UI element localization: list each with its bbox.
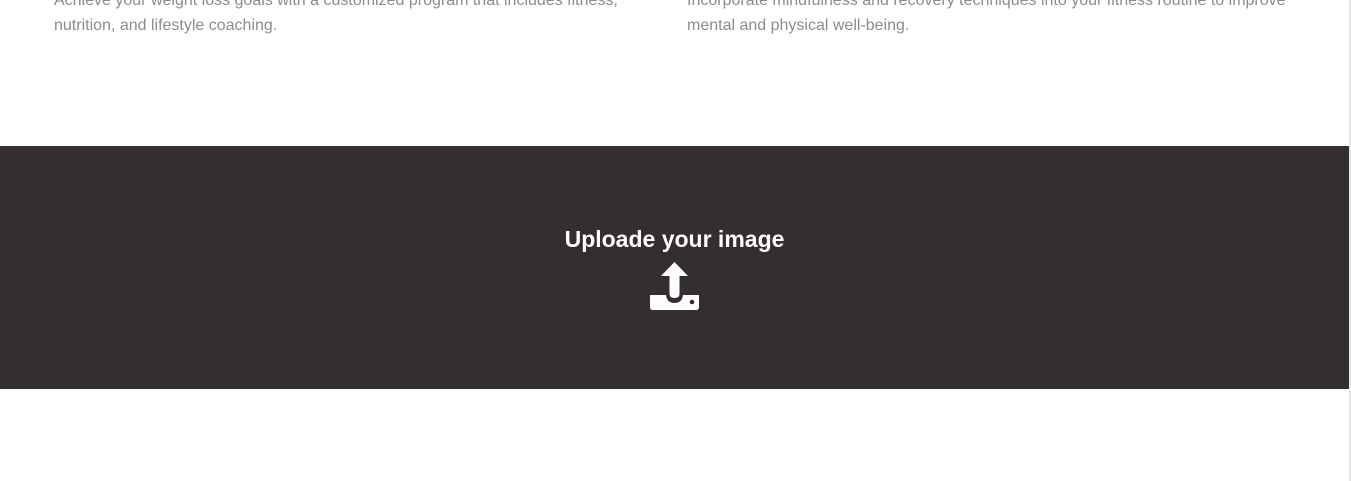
bottom-section xyxy=(0,389,1349,481)
upload-title: Uploade your image xyxy=(564,226,785,252)
features-section: Achieve your weight loss goals with a cu… xyxy=(0,0,1349,146)
upload-section: Uploade your image xyxy=(0,146,1349,389)
feature-description-mindfulness: Incorporate mindfulness and recovery tec… xyxy=(687,0,1286,34)
feature-description-weight-loss: Achieve your weight loss goals with a cu… xyxy=(54,0,618,34)
page: Achieve your weight loss goals with a cu… xyxy=(0,0,1351,481)
upload-icon[interactable] xyxy=(650,261,699,311)
